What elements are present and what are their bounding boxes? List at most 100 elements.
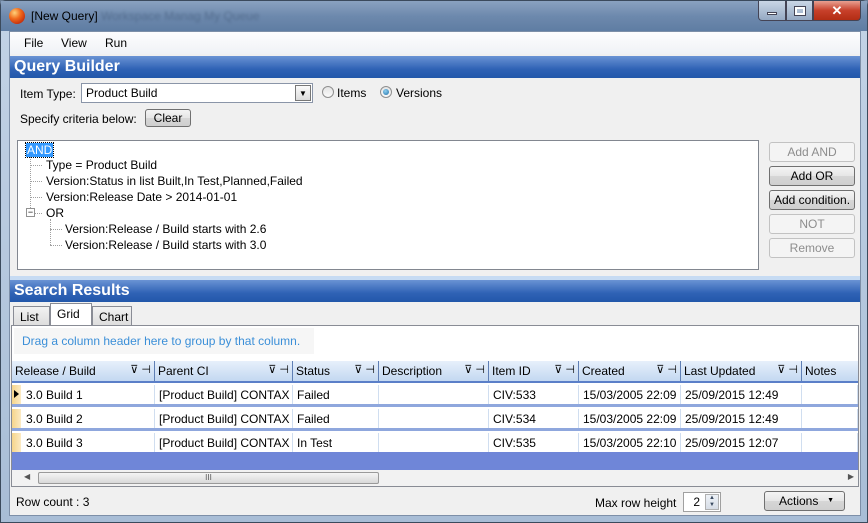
scroll-thumb[interactable]: III <box>38 472 379 484</box>
tree-line <box>50 229 62 230</box>
filter-pin-icon[interactable]: ⊽ ⊣ <box>554 363 575 376</box>
criteria-tree[interactable]: AND Type = Product Build Version:Status … <box>17 140 759 270</box>
tree-condition[interactable]: Type = Product Build <box>46 158 157 172</box>
tree-condition[interactable]: Version:Release / Build starts with 2.6 <box>65 222 266 236</box>
window-title: [New Query] <box>31 9 98 23</box>
column-header-created[interactable]: Created ⊽ ⊣ <box>579 361 681 381</box>
tab-chart[interactable]: Chart <box>92 306 132 326</box>
minimize-icon <box>767 11 777 15</box>
radio-items-label[interactable]: Items <box>337 86 366 100</box>
clear-button[interactable]: Clear <box>145 109 191 127</box>
collapse-icon[interactable]: − <box>26 208 35 217</box>
filter-pin-icon[interactable]: ⊽ ⊣ <box>777 363 798 376</box>
current-row-indicator-icon[interactable] <box>12 385 21 404</box>
row-selector[interactable] <box>12 409 21 428</box>
radio-versions[interactable] <box>380 86 392 98</box>
menu-file[interactable]: File <box>24 36 43 50</box>
chevron-down-icon[interactable]: ▼ <box>295 85 311 101</box>
item-type-select[interactable]: Product Build ▼ <box>81 83 313 103</box>
column-label: Notes <box>805 364 837 378</box>
results-grid: Drag a column header here to group by th… <box>11 325 859 487</box>
tree-node-and[interactable]: AND <box>24 142 55 158</box>
menu-run[interactable]: Run <box>105 36 127 50</box>
group-by-area[interactable]: Drag a column header here to group by th… <box>14 328 314 354</box>
horizontal-scrollbar[interactable]: ◀ III ▶ <box>12 470 858 486</box>
table-row[interactable]: 3.0 Build 2 [Product Build] CONTAX Failed C… <box>12 409 858 431</box>
tree-condition[interactable]: Version:Release Date > 2014-01-01 <box>46 190 237 204</box>
table-cell[interactable] <box>802 385 858 404</box>
column-header-description[interactable]: Description ⊽ ⊣ <box>379 361 489 381</box>
tree-node-or[interactable]: OR <box>46 206 64 220</box>
radio-items[interactable] <box>322 86 334 98</box>
table-cell[interactable]: 3.0 Build 1 <box>22 385 155 404</box>
column-label: Created <box>582 364 625 378</box>
column-header-parent-ci[interactable]: Parent CI ⊽ ⊣ <box>155 361 293 381</box>
table-cell[interactable]: [Product Build] CONTAX <box>155 433 293 452</box>
add-and-button[interactable]: Add AND <box>769 142 855 162</box>
column-header-item-id[interactable]: Item ID ⊽ ⊣ <box>489 361 579 381</box>
filter-pin-icon[interactable]: ⊽ ⊣ <box>354 363 375 376</box>
maximize-button[interactable] <box>786 1 813 21</box>
tree-line <box>30 165 42 166</box>
table-cell[interactable]: Failed <box>293 409 379 428</box>
tab-grid[interactable]: Grid <box>50 303 92 326</box>
table-cell[interactable]: 15/03/2005 22:09 <box>579 409 681 428</box>
table-cell[interactable]: [Product Build] CONTAX <box>155 385 293 404</box>
table-cell[interactable]: 15/03/2005 22:09 <box>579 385 681 404</box>
max-row-height-spinner[interactable]: 2 ▲ ▼ <box>683 492 721 512</box>
remove-button[interactable]: Remove <box>769 238 855 258</box>
add-or-button[interactable]: Add OR <box>769 166 855 186</box>
query-builder-header: Query Builder <box>10 56 860 78</box>
actions-label: Actions <box>779 494 819 508</box>
table-cell[interactable]: 25/09/2015 12:49 <box>681 409 802 428</box>
radio-versions-label[interactable]: Versions <box>396 86 442 100</box>
add-condition-button[interactable]: Add condition. <box>769 190 855 210</box>
scroll-right-icon[interactable]: ▶ <box>848 472 854 481</box>
table-cell[interactable]: 3.0 Build 2 <box>22 409 155 428</box>
row-selector[interactable] <box>12 433 21 452</box>
scroll-left-icon[interactable]: ◀ <box>24 472 30 481</box>
column-header-release-build[interactable]: Release / Build ⊽ ⊣ <box>12 361 155 381</box>
filter-pin-icon[interactable]: ⊽ ⊣ <box>130 363 151 376</box>
table-cell[interactable]: Failed <box>293 385 379 404</box>
tab-list[interactable]: List <box>13 306 50 326</box>
column-header-notes[interactable]: Notes <box>802 361 858 381</box>
tree-line <box>30 181 42 182</box>
tree-condition[interactable]: Version:Release / Build starts with 3.0 <box>65 238 266 252</box>
close-button[interactable]: ✕ <box>813 1 861 21</box>
filter-pin-icon[interactable]: ⊽ ⊣ <box>268 363 289 376</box>
table-cell[interactable]: 3.0 Build 3 <box>22 433 155 452</box>
table-cell[interactable]: CIV:535 <box>489 433 579 452</box>
actions-button[interactable]: Actions ▼ <box>764 491 845 511</box>
close-icon: ✕ <box>831 2 843 18</box>
minimize-button[interactable] <box>758 1 786 21</box>
maximize-icon <box>793 5 806 16</box>
column-header-last-updated[interactable]: Last Updated ⊽ ⊣ <box>681 361 802 381</box>
filter-pin-icon[interactable]: ⊽ ⊣ <box>656 363 677 376</box>
table-cell[interactable] <box>802 433 858 452</box>
app-icon <box>9 8 25 24</box>
table-cell[interactable]: 25/09/2015 12:07 <box>681 433 802 452</box>
table-cell[interactable] <box>379 409 489 428</box>
table-cell[interactable]: 15/03/2005 22:10 <box>579 433 681 452</box>
table-cell[interactable]: [Product Build] CONTAX <box>155 409 293 428</box>
grid-header: Release / Build ⊽ ⊣ Parent CI ⊽ ⊣ Status ⊽ … <box>12 361 858 383</box>
max-row-height-label: Max row height <box>595 496 677 510</box>
table-cell[interactable]: CIV:534 <box>489 409 579 428</box>
not-button[interactable]: NOT <box>769 214 855 234</box>
spinner-arrows-icon[interactable]: ▲ ▼ <box>705 494 719 510</box>
table-cell[interactable]: In Test <box>293 433 379 452</box>
table-cell[interactable] <box>379 433 489 452</box>
table-cell[interactable]: CIV:533 <box>489 385 579 404</box>
table-cell[interactable]: 25/09/2015 12:49 <box>681 385 802 404</box>
column-label: Item ID <box>492 364 531 378</box>
column-header-status[interactable]: Status ⊽ ⊣ <box>293 361 379 381</box>
menu-view[interactable]: View <box>61 36 87 50</box>
table-cell[interactable] <box>802 409 858 428</box>
tree-condition[interactable]: Version:Status in list Built,In Test,Pla… <box>46 174 303 188</box>
table-cell[interactable] <box>379 385 489 404</box>
client-area: File View Run Query Builder Item Type: P… <box>9 31 861 516</box>
filter-pin-icon[interactable]: ⊽ ⊣ <box>464 363 485 376</box>
table-row[interactable]: 3.0 Build 1 [Product Build] CONTAX Failed C… <box>12 385 858 407</box>
title-bar[interactable]: [New Query] Workspace Manag My Queue ✕ <box>1 1 867 31</box>
